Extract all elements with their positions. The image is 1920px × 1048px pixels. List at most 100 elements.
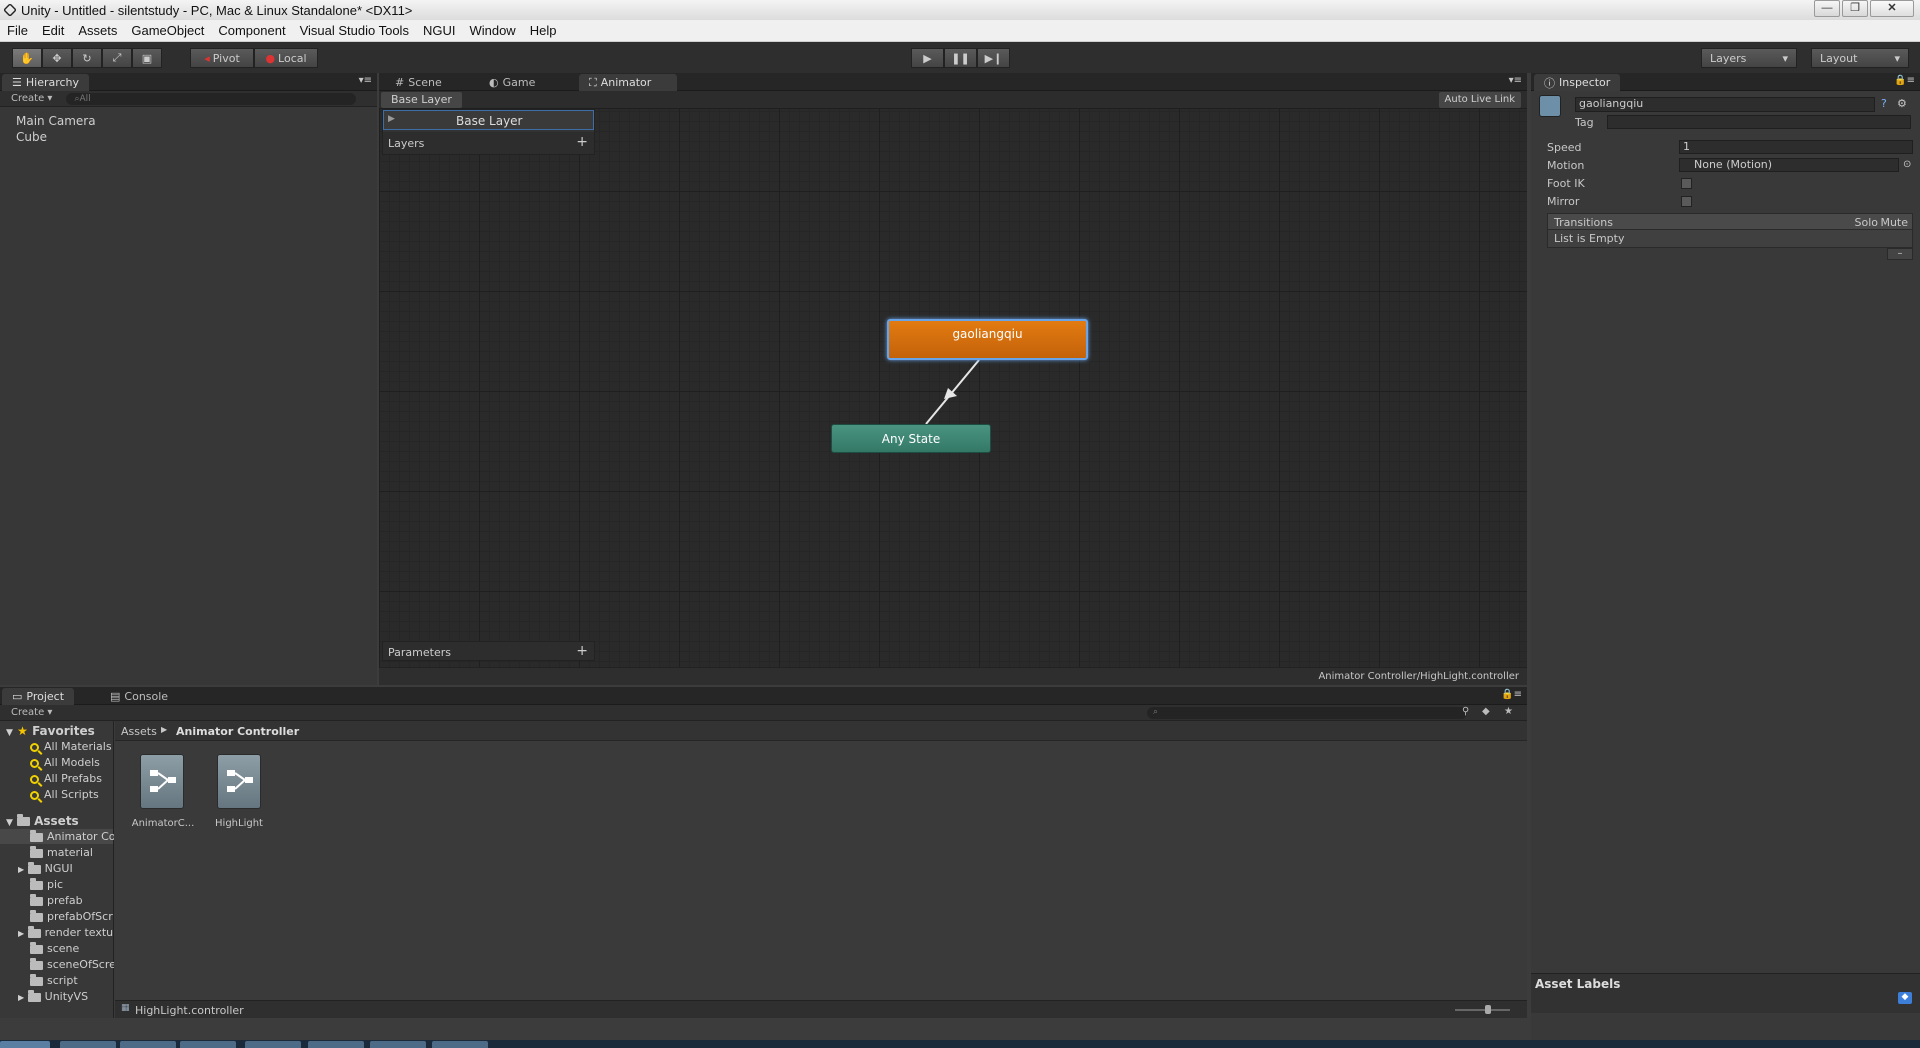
tab-hierarchy[interactable]: ☰ Hierarchy xyxy=(2,74,90,91)
project-create-button[interactable]: Create ▾ xyxy=(11,707,52,718)
state-node-any-state[interactable]: Any State xyxy=(831,424,991,453)
asset-animator-controller-label[interactable]: AnimatorC... xyxy=(131,818,195,829)
layout-dropdown[interactable]: Layout ▾ xyxy=(1811,48,1909,68)
tab-game[interactable]: ◐ Game xyxy=(479,74,545,91)
favorite-all-scripts[interactable]: All Scripts xyxy=(30,788,99,801)
taskbar-app-2[interactable] xyxy=(120,1041,176,1048)
folder-prefabofscript[interactable]: prefabOfScr xyxy=(30,910,114,923)
animator-controller-icon xyxy=(150,770,176,792)
local-toggle[interactable]: ● Local xyxy=(254,48,318,68)
remove-transition-button[interactable]: – xyxy=(1887,248,1913,260)
transition-arrow[interactable] xyxy=(379,91,1527,685)
tab-inspector[interactable]: ⓘ Inspector xyxy=(1534,74,1621,91)
hand-tool-button[interactable]: ✋ xyxy=(12,48,42,68)
minimize-button[interactable]: — xyxy=(1814,0,1840,17)
menu-visual-studio-tools[interactable]: Visual Studio Tools xyxy=(293,23,416,38)
icon-size-slider[interactable] xyxy=(1455,1005,1510,1014)
taskbar-app-7[interactable] xyxy=(432,1041,488,1048)
taskbar-app-4[interactable] xyxy=(245,1041,301,1048)
tag-field[interactable] xyxy=(1607,115,1911,129)
folder-scene[interactable]: scene xyxy=(30,941,79,955)
scale-tool-button[interactable]: ⤢ xyxy=(102,48,132,68)
hierarchy-panel: Create ▾ ⌕All Main Camera Cube xyxy=(0,91,377,685)
search-placeholder: All xyxy=(79,93,91,104)
maximize-button[interactable]: ❐ xyxy=(1842,0,1868,17)
folder-animator-controller[interactable]: Animator Co xyxy=(30,830,114,843)
foot-ik-checkbox[interactable] xyxy=(1681,178,1692,189)
folder-sceneofscript[interactable]: sceneOfScre xyxy=(30,958,114,971)
favorite-all-materials[interactable]: All Materials xyxy=(30,740,112,753)
help-icon[interactable]: ? xyxy=(1881,97,1887,110)
folder-label: pic xyxy=(47,878,64,891)
info-icon: ⓘ xyxy=(1544,76,1555,90)
step-button[interactable]: ▶❙ xyxy=(977,48,1010,68)
folder-render-texture[interactable]: ▶ render textu xyxy=(18,926,114,939)
favorite-all-models[interactable]: All Models xyxy=(30,756,100,769)
rect-tool-button[interactable]: ▣ xyxy=(132,48,162,68)
hierarchy-create-button[interactable]: Create ▾ xyxy=(11,93,52,104)
panel-menu-icon[interactable]: 🔒≡ xyxy=(1501,689,1522,700)
asset-highlight-label[interactable]: HighLight xyxy=(207,818,271,829)
folder-ngui[interactable]: ▶ NGUI xyxy=(18,861,73,875)
tab-animator-label: Animator xyxy=(600,76,652,89)
rotate-tool-button[interactable]: ↻ xyxy=(72,48,102,68)
move-tool-button[interactable]: ✥ xyxy=(42,48,72,68)
menu-assets[interactable]: Assets xyxy=(71,23,124,38)
panel-menu-icon[interactable]: ▾≡ xyxy=(1509,75,1522,86)
asset-animator-controller-icon[interactable] xyxy=(140,754,184,809)
menu-component[interactable]: Component xyxy=(211,23,292,38)
folder-material[interactable]: material xyxy=(30,845,93,859)
taskbar-app-3[interactable] xyxy=(180,1041,236,1048)
breadcrumb-current[interactable]: Animator Controller xyxy=(176,725,299,738)
taskbar-app-5[interactable] xyxy=(308,1041,364,1048)
menu-edit[interactable]: Edit xyxy=(35,23,71,38)
assets-header[interactable]: ▼ Assets xyxy=(6,814,79,828)
folder-pic[interactable]: pic xyxy=(30,877,64,891)
filter-by-label-icon[interactable]: ◆ xyxy=(1482,706,1490,717)
tab-animator[interactable]: ⛶ Animator xyxy=(579,74,677,91)
panel-menu-icon[interactable]: 🔒≡ xyxy=(1894,75,1915,86)
folder-prefab[interactable]: prefab xyxy=(30,893,83,907)
hierarchy-item-main-camera[interactable]: Main Camera xyxy=(16,114,96,128)
folder-script[interactable]: script xyxy=(30,973,78,987)
project-search-input[interactable]: ⌕ xyxy=(1147,707,1467,719)
add-parameter-button[interactable]: + xyxy=(576,643,588,659)
slider-thumb[interactable] xyxy=(1485,1005,1491,1014)
pause-button[interactable]: ❚❚ xyxy=(944,48,977,68)
breadcrumb-assets[interactable]: Assets xyxy=(121,725,157,738)
tab-project[interactable]: ▭ Project xyxy=(2,688,75,705)
hierarchy-item-cube[interactable]: Cube xyxy=(16,130,47,144)
taskbar-app-1[interactable] xyxy=(60,1041,116,1048)
favorite-all-prefabs[interactable]: All Prefabs xyxy=(30,772,102,785)
pivot-toggle[interactable]: ◂ Pivot xyxy=(190,48,254,68)
motion-field[interactable]: None (Motion) xyxy=(1679,158,1899,172)
folder-icon xyxy=(30,910,43,922)
speed-field[interactable]: 1 xyxy=(1679,140,1913,154)
settings-gear-icon[interactable]: ⚙ xyxy=(1897,97,1907,110)
filter-by-type-icon[interactable]: ⚲ xyxy=(1462,706,1469,717)
panel-menu-icon[interactable]: ▾≡ xyxy=(359,75,372,86)
hierarchy-search-input[interactable]: ⌕All xyxy=(66,92,357,105)
start-button[interactable] xyxy=(0,1041,50,1048)
animator-graph-canvas[interactable]: Base Layer Auto Live Link ▶ Base Layer L… xyxy=(379,91,1527,685)
taskbar-app-6[interactable] xyxy=(370,1041,426,1048)
tab-scene[interactable]: # Scene xyxy=(385,74,452,91)
asset-highlight-icon[interactable] xyxy=(217,754,261,809)
layers-dropdown[interactable]: Layers ▾ xyxy=(1701,48,1797,68)
menu-file[interactable]: File xyxy=(0,23,35,38)
menu-window[interactable]: Window xyxy=(462,23,522,38)
object-name-field[interactable]: gaoliangqiu xyxy=(1575,97,1875,112)
play-button[interactable]: ▶ xyxy=(911,48,944,68)
menu-gameobject[interactable]: GameObject xyxy=(124,23,211,38)
favorites-header[interactable]: ▼ ★ Favorites xyxy=(6,724,95,738)
favorite-star-icon[interactable]: ★ xyxy=(1504,706,1513,717)
label-tag-icon[interactable]: ◆ xyxy=(1898,992,1912,1004)
menu-ngui[interactable]: NGUI xyxy=(416,23,463,38)
state-node-default[interactable]: gaoliangqiu xyxy=(887,319,1088,360)
menu-help[interactable]: Help xyxy=(523,23,564,38)
mirror-checkbox[interactable] xyxy=(1681,196,1692,207)
object-picker-icon[interactable]: ⊙ xyxy=(1903,159,1911,170)
tab-console[interactable]: ▤ Console xyxy=(100,688,178,705)
folder-unityvs[interactable]: ▶ UnityVS xyxy=(18,989,88,1003)
close-button[interactable]: ✕ xyxy=(1870,0,1914,17)
